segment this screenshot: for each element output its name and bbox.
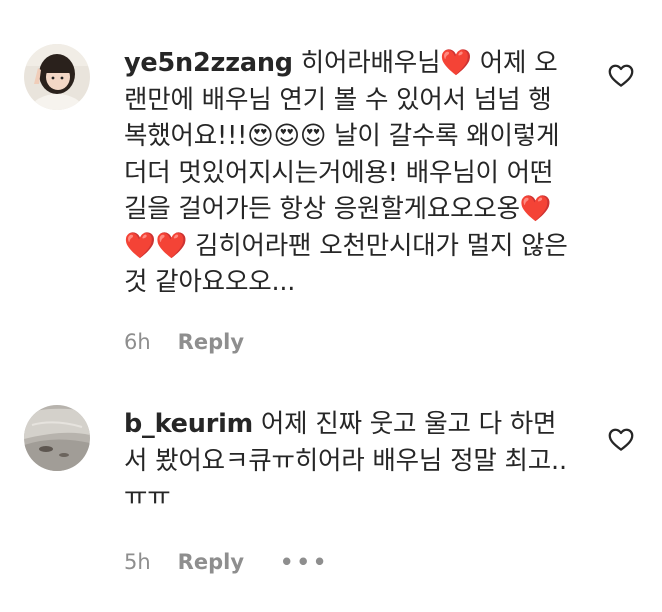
red-heart-emoji-icon: ❤️ bbox=[440, 48, 472, 78]
comment-username[interactable]: b_keurim bbox=[124, 409, 253, 439]
like-heart-icon[interactable] bbox=[606, 60, 636, 90]
comment-text: ye5n2zzang 히어라배우님❤️ 어제 오랜만에 배우님 연기 볼 수 있… bbox=[124, 45, 570, 301]
reply-button[interactable]: Reply bbox=[178, 330, 244, 354]
comment-time: 6h bbox=[124, 330, 151, 354]
profile-photo-girl-icon bbox=[24, 44, 90, 110]
comment-meta: 5h Reply ••• bbox=[124, 550, 329, 574]
comment-body-segment: 김히어라팬 오천만시대가 멀지 않은 것 같아요오오... bbox=[124, 230, 568, 298]
comment-body-segment: 히어라배우님 bbox=[300, 48, 441, 78]
reply-button[interactable]: Reply bbox=[178, 550, 244, 574]
comment-username[interactable]: ye5n2zzang bbox=[124, 48, 293, 78]
avatar[interactable] bbox=[24, 405, 90, 471]
comment-meta: 6h Reply bbox=[124, 330, 244, 354]
comment-text: b_keurim 어제 진짜 웃고 울고 다 하면서 봤어요ㅋ큐ㅠ히어라 배우님… bbox=[124, 406, 570, 516]
profile-photo-landscape-icon bbox=[24, 405, 90, 471]
like-heart-icon[interactable] bbox=[606, 424, 636, 454]
heart-eyes-emoji-icon: 😍😍😍 bbox=[247, 121, 327, 151]
avatar[interactable] bbox=[24, 44, 90, 110]
more-options-icon[interactable]: ••• bbox=[280, 550, 329, 574]
comment-time: 5h bbox=[124, 550, 151, 574]
